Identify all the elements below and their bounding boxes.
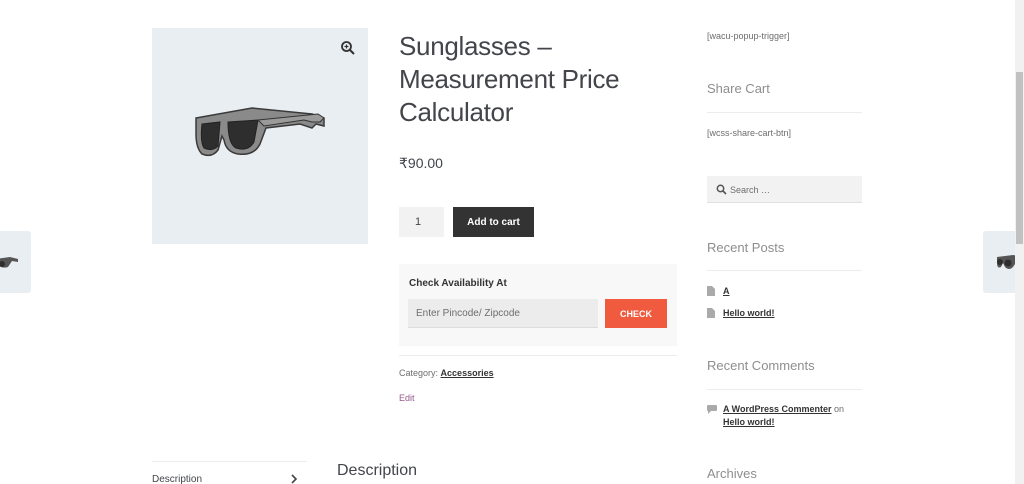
edit-link[interactable]: Edit	[399, 393, 415, 403]
share-cart-title: Share Cart	[707, 81, 770, 96]
chevron-right-icon	[291, 474, 298, 484]
previous-product-glasses-icon	[0, 257, 18, 268]
pincode-input[interactable]	[408, 299, 598, 328]
category-prefix: Category:	[399, 368, 439, 378]
product-category: Category: Accessories	[399, 368, 494, 378]
scrollbar-thumb[interactable]	[1016, 72, 1023, 244]
recent-post-item: Hello world!	[707, 308, 775, 318]
product-title: Sunglasses – Measurement Price Calculato…	[399, 30, 669, 129]
add-to-cart-button[interactable]: Add to cart	[453, 207, 534, 237]
popup-trigger-shortcode: [wacu-popup-trigger]	[707, 31, 790, 41]
sunglasses-image	[195, 107, 325, 157]
recent-posts-divider	[707, 270, 862, 271]
recent-post-link[interactable]: Hello world!	[723, 308, 775, 318]
recent-post-link[interactable]: A	[723, 286, 730, 296]
previous-product-thumbnail[interactable]	[0, 231, 31, 293]
tab-description-label: Description	[152, 474, 203, 484]
meta-divider	[399, 355, 677, 356]
magnifier-zoom-icon[interactable]	[340, 40, 356, 56]
recent-comments-divider	[707, 389, 862, 390]
check-availability-button[interactable]: CHECK	[605, 299, 667, 328]
archives-title: Archives	[707, 466, 757, 481]
recent-posts-title: Recent Posts	[707, 240, 785, 255]
product-title-line-1: Sunglasses –	[399, 31, 552, 61]
recent-comment: A WordPress Commenter on Hello world!	[707, 403, 862, 429]
product-price: ₹90.00	[399, 155, 443, 171]
product-title-line-3: Calculator	[399, 97, 514, 127]
recent-post-item: A	[707, 286, 730, 296]
comment-on-text: on	[834, 404, 845, 414]
tab-description[interactable]: Description	[152, 474, 298, 484]
tab-divider	[152, 461, 307, 462]
comment-author-link[interactable]: A WordPress Commenter	[723, 404, 832, 414]
share-cart-shortcode: [wcss-share-cart-btn]	[707, 128, 792, 138]
availability-label: Check Availability At	[409, 278, 507, 289]
recent-comments-title: Recent Comments	[707, 358, 815, 373]
description-heading: Description	[337, 462, 418, 479]
search-input[interactable]	[730, 176, 858, 203]
share-cart-divider	[707, 112, 862, 113]
comment-post-link[interactable]: Hello world!	[723, 417, 775, 427]
document-icon	[707, 286, 715, 296]
search-icon	[716, 184, 727, 195]
document-icon	[707, 308, 715, 318]
quantity-input[interactable]	[399, 207, 444, 237]
category-link[interactable]: Accessories	[441, 368, 494, 378]
product-title-line-2: Measurement Price	[399, 64, 620, 94]
